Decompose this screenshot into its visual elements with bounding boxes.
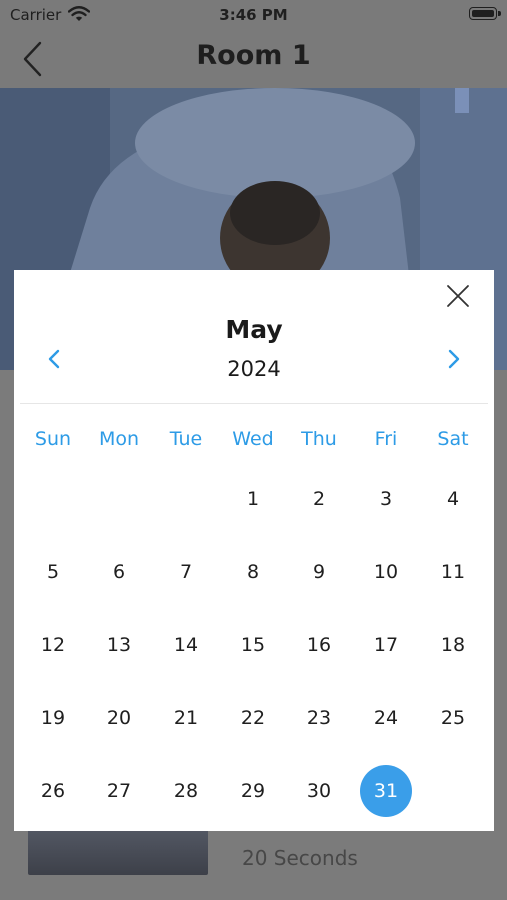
weekday-label: Mon: [98, 428, 140, 450]
day-cell[interactable]: 13: [93, 619, 145, 671]
recording-thumbnail[interactable]: [28, 825, 208, 875]
day-cell[interactable]: 14: [160, 619, 212, 671]
month-label: May: [225, 315, 283, 344]
weekday-label: Thu: [301, 428, 337, 450]
status-time: 3:46 PM: [219, 6, 288, 24]
header-divider: [20, 403, 488, 404]
recording-duration: 20 Seconds: [242, 846, 358, 870]
day-cell[interactable]: 28: [160, 765, 212, 817]
day-cell[interactable]: 25: [427, 692, 479, 744]
day-cell[interactable]: 22: [227, 692, 279, 744]
day-cell[interactable]: 30: [293, 765, 345, 817]
status-bar: Carrier 3:46 PM: [0, 0, 507, 30]
close-icon[interactable]: [446, 284, 470, 308]
day-cell[interactable]: 27: [93, 765, 145, 817]
battery-icon: [469, 7, 497, 20]
weekday-label: Tue: [169, 428, 203, 450]
weekday-label: Wed: [232, 428, 274, 450]
day-cell[interactable]: 7: [160, 546, 212, 598]
day-cell[interactable]: 12: [27, 619, 79, 671]
battery-cap: [498, 11, 501, 16]
day-cell[interactable]: 6: [93, 546, 145, 598]
calendar-modal: May 2024 Sun Mon Tue Wed Thu Fri Sat 123456789…: [14, 270, 494, 831]
day-cell[interactable]: 10: [360, 546, 412, 598]
day-cell[interactable]: 26: [27, 765, 79, 817]
day-cell[interactable]: 3: [360, 473, 412, 525]
day-cell[interactable]: 23: [293, 692, 345, 744]
day-cell[interactable]: 21: [160, 692, 212, 744]
day-cell[interactable]: 4: [427, 473, 479, 525]
day-cell[interactable]: 5: [27, 546, 79, 598]
day-cell[interactable]: 11: [427, 546, 479, 598]
weekday-label: Sun: [34, 428, 72, 450]
day-cell[interactable]: 17: [360, 619, 412, 671]
day-cell[interactable]: 19: [27, 692, 79, 744]
page-title: Room 1: [196, 40, 311, 71]
weekday-label: Fri: [374, 428, 398, 450]
day-cell[interactable]: 16: [293, 619, 345, 671]
day-cell[interactable]: 2: [293, 473, 345, 525]
day-cell[interactable]: 9: [293, 546, 345, 598]
next-month-chevron-icon[interactable]: [444, 348, 464, 370]
day-cell-selected[interactable]: 31: [360, 765, 412, 817]
year-label: 2024: [227, 357, 281, 381]
day-cell[interactable]: 20: [93, 692, 145, 744]
weekday-label: Sat: [437, 428, 469, 450]
day-cell[interactable]: 29: [227, 765, 279, 817]
day-cell[interactable]: 8: [227, 546, 279, 598]
weekday-header-row: Sun Mon Tue Wed Thu Fri Sat: [14, 428, 494, 454]
day-cell[interactable]: 1: [227, 473, 279, 525]
day-cell[interactable]: 24: [360, 692, 412, 744]
previous-month-chevron-icon[interactable]: [44, 348, 64, 370]
day-cell[interactable]: 18: [427, 619, 479, 671]
nav-bar: Room 1: [0, 30, 507, 88]
day-cell[interactable]: 15: [227, 619, 279, 671]
